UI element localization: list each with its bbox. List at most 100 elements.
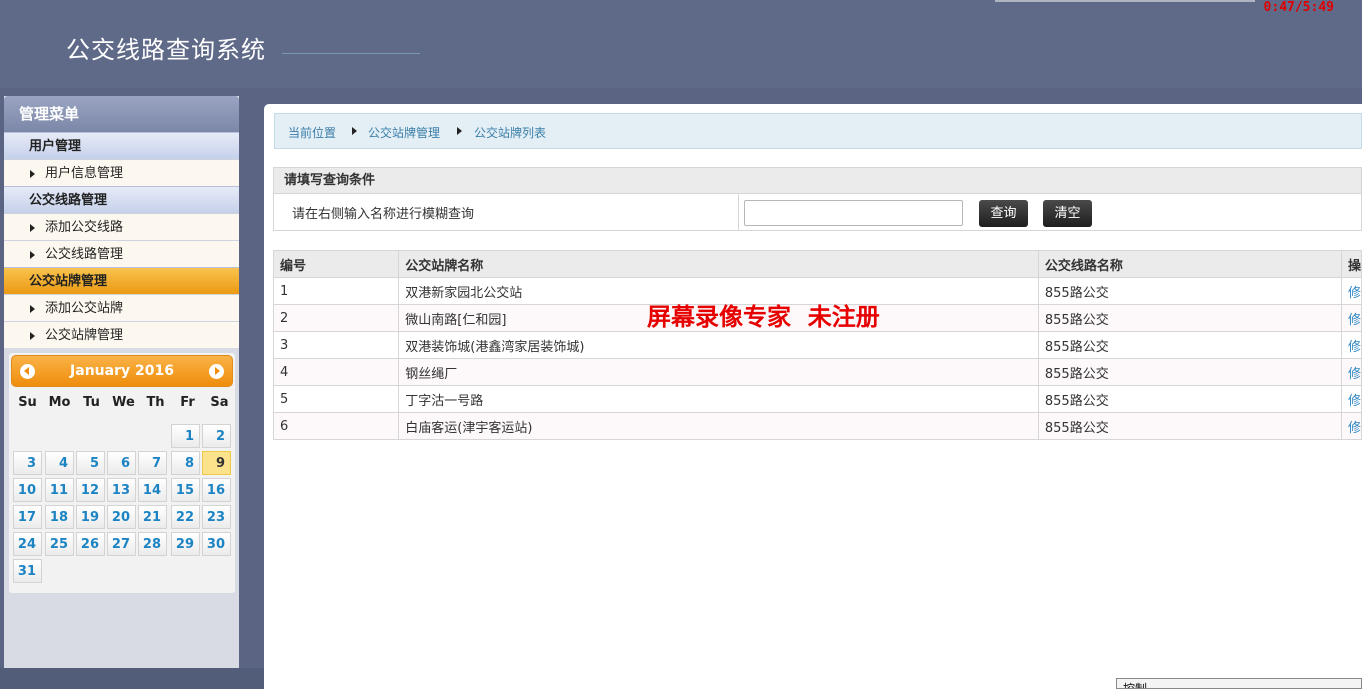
menu-item-manage-bus-line[interactable]: 公交线路管理 xyxy=(4,240,239,267)
cell-id: 1 xyxy=(272,277,400,305)
calendar-day[interactable]: 20 xyxy=(107,505,136,529)
arrow-right-icon xyxy=(30,251,35,259)
menu-item-label: 用户信息管理 xyxy=(45,166,124,181)
calendar-day[interactable]: 28 xyxy=(138,532,167,556)
table-row: 3 双港装饰城(港鑫湾家居装饰城) 855路公交修 xyxy=(272,331,1362,359)
calendar-day[interactable]: 1 xyxy=(171,424,200,448)
chevron-right-icon xyxy=(457,127,462,135)
calendar-header: January 2016 xyxy=(11,355,233,387)
calendar-day[interactable]: 15 xyxy=(171,478,200,502)
column-header-line-name: 公交线路名称 xyxy=(1037,250,1342,278)
calendar-day[interactable]: 11 xyxy=(45,478,74,502)
menu-item-label: 添加公交线路 xyxy=(45,220,124,235)
stop-table: 编号 公交站牌名称 公交线路名称 操 1 双港新家园北公交站 855路公交修 2 微山南… xyxy=(272,250,1362,440)
search-button[interactable]: 查询 xyxy=(979,200,1028,227)
calendar-day[interactable]: 26 xyxy=(76,532,105,556)
calendar-weekday: Mo xyxy=(48,395,71,410)
app-title: 公交线路查询系统 xyxy=(66,36,266,64)
sidebar: 管理菜单 用户管理 用户信息管理 公交线路管理 添加公交线路 公交线路管理 公交… xyxy=(4,96,239,668)
menu-group-bus-line[interactable]: 公交线路管理 xyxy=(4,186,239,213)
calendar-next-button[interactable] xyxy=(209,364,224,379)
cell-line-name: 855路公交 xyxy=(1037,358,1342,386)
table-row: 6 白庙客运(津宇客运站) 855路公交修 xyxy=(272,412,1362,440)
cell-action[interactable]: 修 xyxy=(1340,412,1362,440)
cell-action[interactable]: 修 xyxy=(1340,304,1362,332)
calendar-weekday: Fr xyxy=(180,395,195,410)
calendar-day[interactable]: 27 xyxy=(107,532,136,556)
cell-line-name: 855路公交 xyxy=(1037,331,1342,359)
search-input[interactable] xyxy=(744,200,963,226)
calendar-day[interactable]: 24 xyxy=(13,532,42,556)
bottom-strip xyxy=(0,668,270,689)
cell-action[interactable]: 修 xyxy=(1340,331,1362,359)
calendar-weekday: Th xyxy=(146,395,165,410)
calendar-day[interactable]: 2 xyxy=(202,424,231,448)
calendar-day[interactable]: 8 xyxy=(171,451,200,475)
query-divider xyxy=(738,194,739,231)
calendar-weekday: Sa xyxy=(210,395,229,410)
cell-action[interactable]: 修 xyxy=(1340,385,1362,413)
calendar-weekdays: Su Mo Tu We Th Fr Sa xyxy=(12,395,238,413)
calendar-day[interactable]: 31 xyxy=(13,559,42,583)
calendar-weekday: Su xyxy=(18,395,37,410)
calendar-day[interactable]: 22 xyxy=(171,505,200,529)
calendar-day[interactable]: 30 xyxy=(202,532,231,556)
watermark-text: 屏幕录像专家 未注册 xyxy=(647,302,880,331)
menu-group-user[interactable]: 用户管理 xyxy=(4,132,239,159)
calendar-day[interactable]: 19 xyxy=(76,505,105,529)
query-heading: 请填写查询条件 xyxy=(274,168,1361,194)
cell-action[interactable]: 修 xyxy=(1340,277,1362,305)
cell-action[interactable]: 修 xyxy=(1340,358,1362,386)
menu-item-add-bus-line[interactable]: 添加公交线路 xyxy=(4,213,239,240)
calendar-day[interactable]: 6 xyxy=(107,451,136,475)
calendar-day[interactable]: 12 xyxy=(76,478,105,502)
recording-timer: 0:47/5:49 xyxy=(1263,0,1334,15)
calendar-day[interactable]: 10 xyxy=(13,478,42,502)
calendar-day[interactable]: 25 xyxy=(45,532,74,556)
calendar-day[interactable]: 16 xyxy=(202,478,231,502)
calendar-day[interactable]: 18 xyxy=(45,505,74,529)
calendar-day[interactable]: 3 xyxy=(13,451,42,475)
main-panel: 当前位置 公交站牌管理 公交站牌列表 请填写查询条件 请在右侧输入名称进行模糊查… xyxy=(264,104,1362,689)
query-label: 请在右侧输入名称进行模糊查询 xyxy=(292,207,475,222)
menu-item-add-bus-stop[interactable]: 添加公交站牌 xyxy=(4,294,239,321)
table-header-row: 编号 公交站牌名称 公交线路名称 操 xyxy=(272,250,1362,278)
breadcrumb: 当前位置 公交站牌管理 公交站牌列表 xyxy=(274,113,1362,149)
calendar-day[interactable]: 13 xyxy=(107,478,136,502)
cell-stop-name: 双港装饰城(港鑫湾家居装饰城) xyxy=(398,331,1039,359)
top-strip xyxy=(995,0,1255,2)
column-header-action: 操 xyxy=(1340,250,1362,278)
calendar-day[interactable]: 23 xyxy=(202,505,231,529)
menu-item-user-info[interactable]: 用户信息管理 xyxy=(4,159,239,186)
cell-id: 3 xyxy=(272,331,400,359)
calendar-day[interactable]: 5 xyxy=(76,451,105,475)
chevron-right-icon xyxy=(215,367,220,375)
chevron-right-icon xyxy=(352,127,357,135)
table-row: 5 丁字沽一号路 855路公交修 xyxy=(272,385,1362,413)
menu-group-bus-stop[interactable]: 公交站牌管理 xyxy=(4,267,239,294)
cell-line-name: 855路公交 xyxy=(1037,304,1342,332)
calendar-weekday: We xyxy=(112,395,135,410)
calendar-day[interactable]: 14 xyxy=(138,478,167,502)
column-header-id: 编号 xyxy=(272,250,400,278)
calendar-day[interactable]: 17 xyxy=(13,505,42,529)
cell-line-name: 855路公交 xyxy=(1037,385,1342,413)
calendar-day[interactable]: 7 xyxy=(138,451,167,475)
menu-item-label: 公交站牌管理 xyxy=(45,328,124,343)
calendar-day[interactable]: 9 xyxy=(202,451,231,475)
breadcrumb-item-stop-list[interactable]: 公交站牌列表 xyxy=(474,124,546,141)
menu-title: 管理菜单 xyxy=(4,96,239,132)
cell-id: 5 xyxy=(272,385,400,413)
calendar-weekday: Tu xyxy=(83,395,100,410)
calendar-day[interactable]: 4 xyxy=(45,451,74,475)
menu-item-manage-bus-stop[interactable]: 公交站牌管理 xyxy=(4,321,239,348)
breadcrumb-item-stop-management[interactable]: 公交站牌管理 xyxy=(368,124,440,141)
arrow-right-icon xyxy=(30,170,35,178)
calendar-widget: January 2016 Su Mo Tu We Th Fr Sa 1 2 3 4 5 6 7 8 9 10 1… xyxy=(9,353,235,593)
calendar-day[interactable]: 29 xyxy=(171,532,200,556)
calendar-day[interactable]: 21 xyxy=(138,505,167,529)
control-panel[interactable]: 控制 xyxy=(1116,678,1362,689)
cell-line-name: 855路公交 xyxy=(1037,277,1342,305)
clear-button[interactable]: 清空 xyxy=(1043,200,1092,227)
calendar-month-label: January 2016 xyxy=(70,363,174,379)
